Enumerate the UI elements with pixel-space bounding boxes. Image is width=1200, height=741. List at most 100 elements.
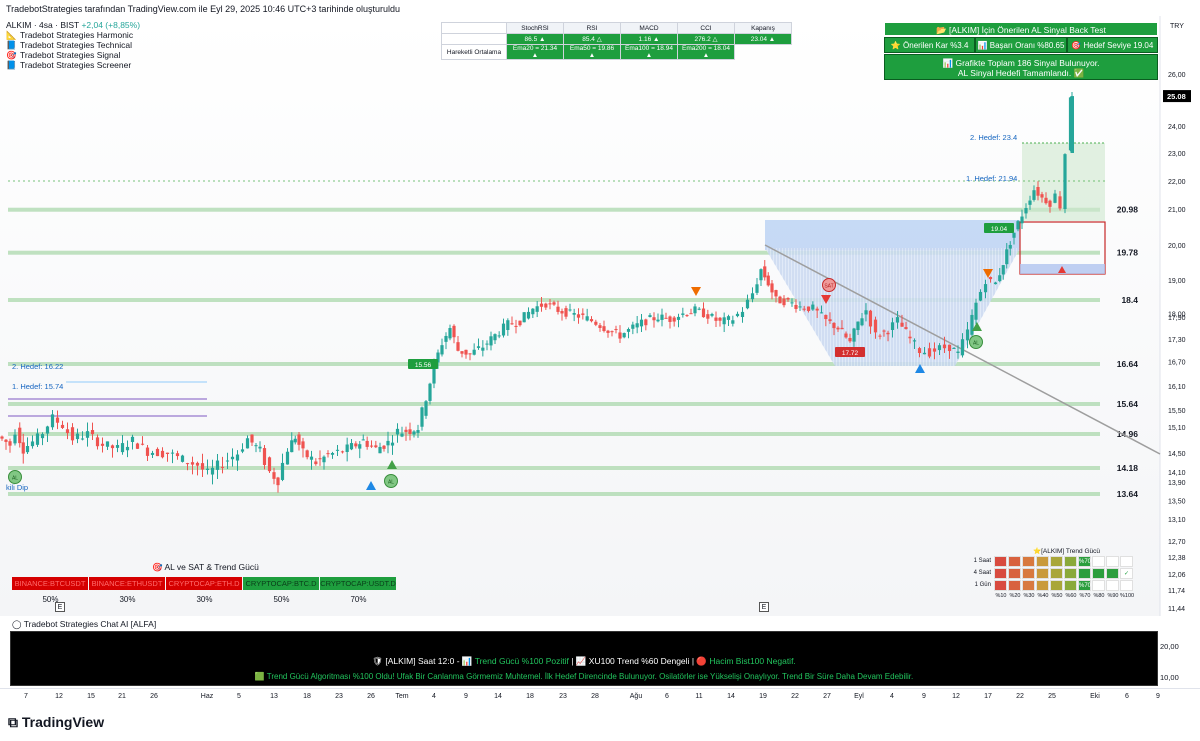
time-tick: 6	[665, 693, 669, 700]
backtest-message-line2: AL Sinyal Hedefi Tamamlandı. ✅	[957, 68, 1085, 78]
candle-body	[175, 453, 180, 457]
candle-body	[622, 333, 626, 338]
candle-body	[568, 309, 572, 311]
candle-body	[90, 430, 95, 435]
tradingview-logo[interactable]: ⧉ TradingView	[8, 714, 104, 731]
trend-row-label: 1 Saat	[973, 558, 991, 564]
candle-body	[155, 448, 160, 457]
chat-line1-d: 🔴 Hacim Bist100 Negatif.	[696, 656, 796, 666]
trend-cell: %70	[1078, 580, 1091, 591]
candle-body	[506, 320, 510, 330]
candle-body	[318, 458, 322, 460]
candle-body	[468, 353, 472, 355]
harmonic-icon: 📐	[6, 30, 17, 40]
legend-symbol[interactable]: ALKIM · 4sa · BIST	[6, 20, 79, 30]
candle-body	[639, 319, 644, 327]
ma-value: Ema100 = 18.94 ▲	[620, 44, 678, 60]
candle-body	[706, 314, 710, 319]
candle-body	[908, 336, 912, 339]
candle-body	[460, 351, 464, 354]
candle-body	[349, 443, 354, 450]
backtest-panel: 📂 [ALKIM] İçin Önerilen AL Sinyal Back T…	[884, 22, 1158, 80]
legend-change: +2,04 (+8,85%)	[81, 20, 141, 30]
chat-panel-title: ◯ Tradebot Strategies Chat AI [ALFA]	[12, 619, 156, 630]
candle-body	[759, 269, 763, 281]
chart-canvas[interactable]: 26,0025,0024,0023,0022,0021,0020,0019,00…	[0, 16, 1200, 616]
candle-body	[100, 443, 105, 446]
earnings-marker[interactable]: E	[55, 602, 65, 612]
brand-text: TradingView	[21, 714, 105, 730]
candle-body	[932, 348, 937, 352]
candle-body	[472, 349, 476, 355]
candle-body	[297, 434, 301, 445]
candle-body	[770, 283, 774, 293]
candle-body	[652, 317, 656, 321]
candle-body	[697, 308, 701, 310]
candle-body	[195, 462, 200, 466]
legend-item[interactable]: 🎯 Tradebot Strategies Signal	[6, 50, 140, 60]
earnings-marker[interactable]: E	[759, 602, 769, 612]
trend-cell	[1092, 556, 1105, 567]
candle-body	[598, 325, 602, 328]
candle-body	[952, 347, 956, 349]
crypto-percent-row: 50% 30% 30% 50% 70%	[12, 595, 397, 604]
candle-body	[656, 319, 660, 322]
candle-body	[60, 424, 65, 428]
candle-body	[832, 322, 836, 329]
crypto-signal-cell[interactable]: CRYPTOCAP:ETH.D	[166, 577, 242, 590]
chat-line1-c: 📈 XU100 Trend %60 Dengeli	[575, 656, 690, 666]
candle-body	[868, 310, 873, 327]
trend-cell	[1064, 568, 1077, 579]
candle-body	[790, 302, 794, 304]
candle-body	[740, 311, 745, 318]
target-label: 2. Hedef: 23.4	[970, 133, 1017, 142]
trend-cell	[1078, 568, 1091, 579]
time-axis[interactable]: 7 12 15 21 26 Haz 5 13 18 23 26 Tem 4 9 14 18 23 28 Ağu 6 11…	[0, 688, 1200, 702]
backtest-message: 📊 Grafikte Toplam 186 Sinyal Bulunuyor. …	[884, 54, 1158, 80]
candle-body	[369, 445, 374, 447]
candle-body	[13, 434, 17, 444]
candle-body	[481, 347, 485, 351]
price-chart[interactable]: 26,0025,0024,0023,0022,0021,0020,0019,00…	[0, 16, 1200, 616]
al-signal-text: AL	[12, 476, 18, 482]
candle-body	[1032, 190, 1036, 200]
crypto-signal-cell[interactable]: CRYPTOCAP:BTC.D	[243, 577, 319, 590]
indicator-value: 86.5 ▲	[506, 33, 564, 45]
legend-item[interactable]: 📘 Tradebot Strategies Technical	[6, 40, 140, 50]
price-tick: 24,00	[1168, 124, 1186, 131]
candle-body	[254, 445, 258, 447]
technical-icon: 📘	[6, 40, 17, 50]
candle-body	[170, 452, 175, 454]
candle-body	[345, 444, 349, 452]
crypto-signal-cell[interactable]: CRYPTOCAP:USDT.D	[320, 577, 396, 590]
time-tick: 17	[984, 693, 992, 700]
crypto-percent: 50%	[273, 595, 290, 604]
backtest-title: 📂 [ALKIM] İçin Önerilen AL Sinyal Back T…	[884, 22, 1158, 36]
candle-body	[330, 452, 335, 455]
price-tick: 13,50	[1168, 498, 1186, 505]
candle-body	[763, 266, 767, 278]
candle-body	[489, 336, 493, 346]
time-tick: Tem	[395, 693, 409, 700]
candle-body	[493, 334, 497, 341]
candle-body	[205, 468, 210, 470]
candle-body	[900, 322, 904, 327]
signal-tag-value: 17.72	[842, 350, 859, 357]
legend-item[interactable]: 📘 Tradebot Strategies Screener	[6, 60, 140, 70]
price-tick: 20,00	[1168, 243, 1186, 250]
legend-item[interactable]: 📐 Tradebot Strategies Harmonic	[6, 30, 140, 40]
chart-legend: ALKIM · 4sa · BIST +2,04 (+8,85%) 📐 Trade…	[6, 20, 140, 70]
trend-cell	[994, 556, 1007, 567]
crypto-signal-cell[interactable]: BINANCE:BTCUSDT	[12, 577, 88, 590]
candle-body	[110, 445, 115, 449]
candle-body	[942, 344, 947, 349]
ma-value: Ema50 = 19.86 ▲	[563, 44, 621, 60]
trend-cell	[1092, 568, 1105, 579]
candle-body	[556, 306, 560, 312]
candle-body	[258, 446, 262, 449]
trend-cell	[1064, 556, 1077, 567]
crypto-signal-cell[interactable]: BINANCE:ETHUSDT	[89, 577, 165, 590]
trend-cell	[1050, 580, 1063, 591]
candle-body	[374, 445, 378, 448]
trend-cell	[1036, 556, 1049, 567]
